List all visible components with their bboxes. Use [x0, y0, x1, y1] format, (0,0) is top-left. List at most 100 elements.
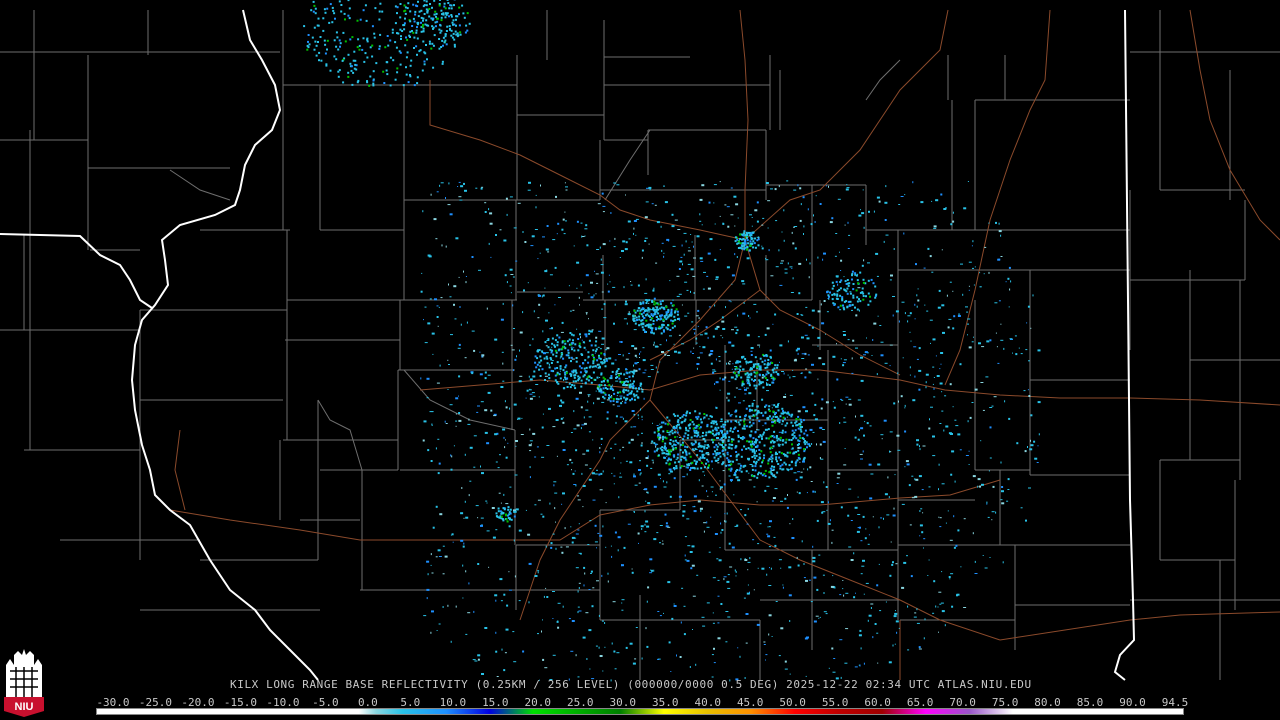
echo-pixel: [714, 533, 718, 535]
echo-pixel: [940, 602, 944, 604]
echo-pixel: [595, 336, 598, 339]
echo-pixel: [403, 4, 406, 7]
echo-pixel: [554, 379, 557, 382]
echo-pixel: [507, 442, 509, 444]
echo-pixel: [534, 575, 538, 577]
echo-pixel: [765, 437, 768, 440]
echo-pixel: [528, 601, 530, 604]
echo-pixel: [619, 416, 623, 418]
echo-pixel: [779, 344, 783, 347]
echo-pixel: [484, 627, 488, 629]
echo-pixel: [652, 332, 655, 335]
echo-pixel: [389, 56, 392, 59]
echo-pixel: [536, 357, 539, 360]
echo-pixel: [662, 540, 664, 542]
echo-pixel: [608, 357, 612, 360]
echo-pixel: [750, 347, 754, 349]
echo-pixel: [624, 378, 628, 380]
echo-pixel: [728, 300, 731, 302]
echo-pixel: [665, 313, 668, 316]
echo-pixel: [542, 294, 545, 297]
echo-pixel: [543, 595, 545, 598]
echo-pixel: [425, 4, 428, 7]
echo-pixel: [769, 349, 772, 352]
echo-pixel: [637, 414, 639, 417]
echo-pixel: [739, 242, 742, 245]
echo-pixel: [749, 368, 752, 371]
echo-pixel: [923, 538, 926, 540]
echo-pixel: [650, 329, 653, 332]
echo-pixel: [529, 397, 533, 400]
echo-pixel: [651, 569, 653, 572]
echo-pixel: [791, 413, 794, 416]
echo-pixel: [722, 446, 725, 449]
echo-pixel: [803, 432, 806, 435]
echo-pixel: [648, 243, 650, 245]
echo-pixel: [451, 455, 453, 458]
echo-pixel: [960, 566, 962, 568]
echo-pixel: [515, 260, 518, 262]
echo-pixel: [1018, 347, 1020, 349]
echo-pixel: [800, 421, 803, 423]
echo-pixel: [615, 373, 618, 376]
echo-pixel: [748, 479, 752, 481]
echo-pixel: [729, 455, 732, 457]
echo-pixel: [555, 521, 556, 523]
echo-pixel: [561, 347, 564, 350]
echo-pixel: [712, 453, 715, 456]
echo-pixel: [570, 526, 572, 528]
echo-pixel: [440, 297, 443, 299]
echo-pixel: [372, 70, 375, 73]
echo-pixel: [802, 460, 805, 463]
echo-pixel: [743, 417, 746, 420]
echo-pixel: [422, 27, 425, 30]
echo-pixel: [756, 201, 759, 204]
echo-pixel: [529, 388, 531, 390]
echo-pixel: [991, 405, 994, 407]
echo-pixel: [746, 376, 749, 379]
echo-pixel: [550, 546, 553, 549]
echo-pixel: [844, 224, 846, 226]
echo-pixel: [600, 264, 604, 266]
echo-pixel: [780, 262, 783, 264]
echo-pixel: [716, 327, 718, 329]
echo-pixel: [863, 226, 865, 229]
echo-pixel: [314, 7, 317, 10]
echo-pixel: [726, 580, 730, 583]
echo-pixel: [788, 413, 791, 416]
echo-pixel: [664, 201, 668, 204]
echo-pixel: [625, 371, 628, 374]
echo-pixel: [458, 343, 461, 346]
echo-pixel: [438, 38, 441, 40]
echo-pixel: [326, 39, 329, 42]
echo-pixel: [778, 655, 781, 657]
echo-pixel: [465, 281, 467, 284]
echo-pixel: [476, 411, 479, 413]
echo-pixel: [565, 371, 568, 374]
echo-pixel: [454, 318, 457, 320]
echo-pixel: [622, 384, 625, 386]
echo-pixel: [385, 61, 388, 64]
echo-pixel: [467, 423, 471, 425]
echo-pixel: [650, 369, 654, 370]
echo-pixel: [599, 534, 603, 537]
echo-pixel: [421, 272, 423, 274]
echo-pixel: [875, 293, 878, 296]
echo-pixel: [745, 360, 748, 363]
echo-pixel: [770, 446, 773, 449]
echo-pixel: [757, 363, 759, 366]
echo-pixel: [808, 579, 811, 581]
echo-pixel: [432, 66, 435, 69]
echo-pixel: [546, 225, 549, 227]
echo-pixel: [497, 467, 500, 469]
echo-pixel: [443, 5, 446, 8]
echo-pixel: [484, 409, 488, 412]
echo-pixel: [586, 449, 590, 452]
echo-pixel: [859, 526, 861, 529]
echo-pixel: [724, 520, 726, 523]
echo-pixel: [843, 359, 847, 361]
echo-pixel: [424, 342, 428, 344]
echo-pixel: [359, 18, 362, 21]
echo-pixel: [960, 263, 963, 265]
echo-pixel: [748, 376, 751, 379]
